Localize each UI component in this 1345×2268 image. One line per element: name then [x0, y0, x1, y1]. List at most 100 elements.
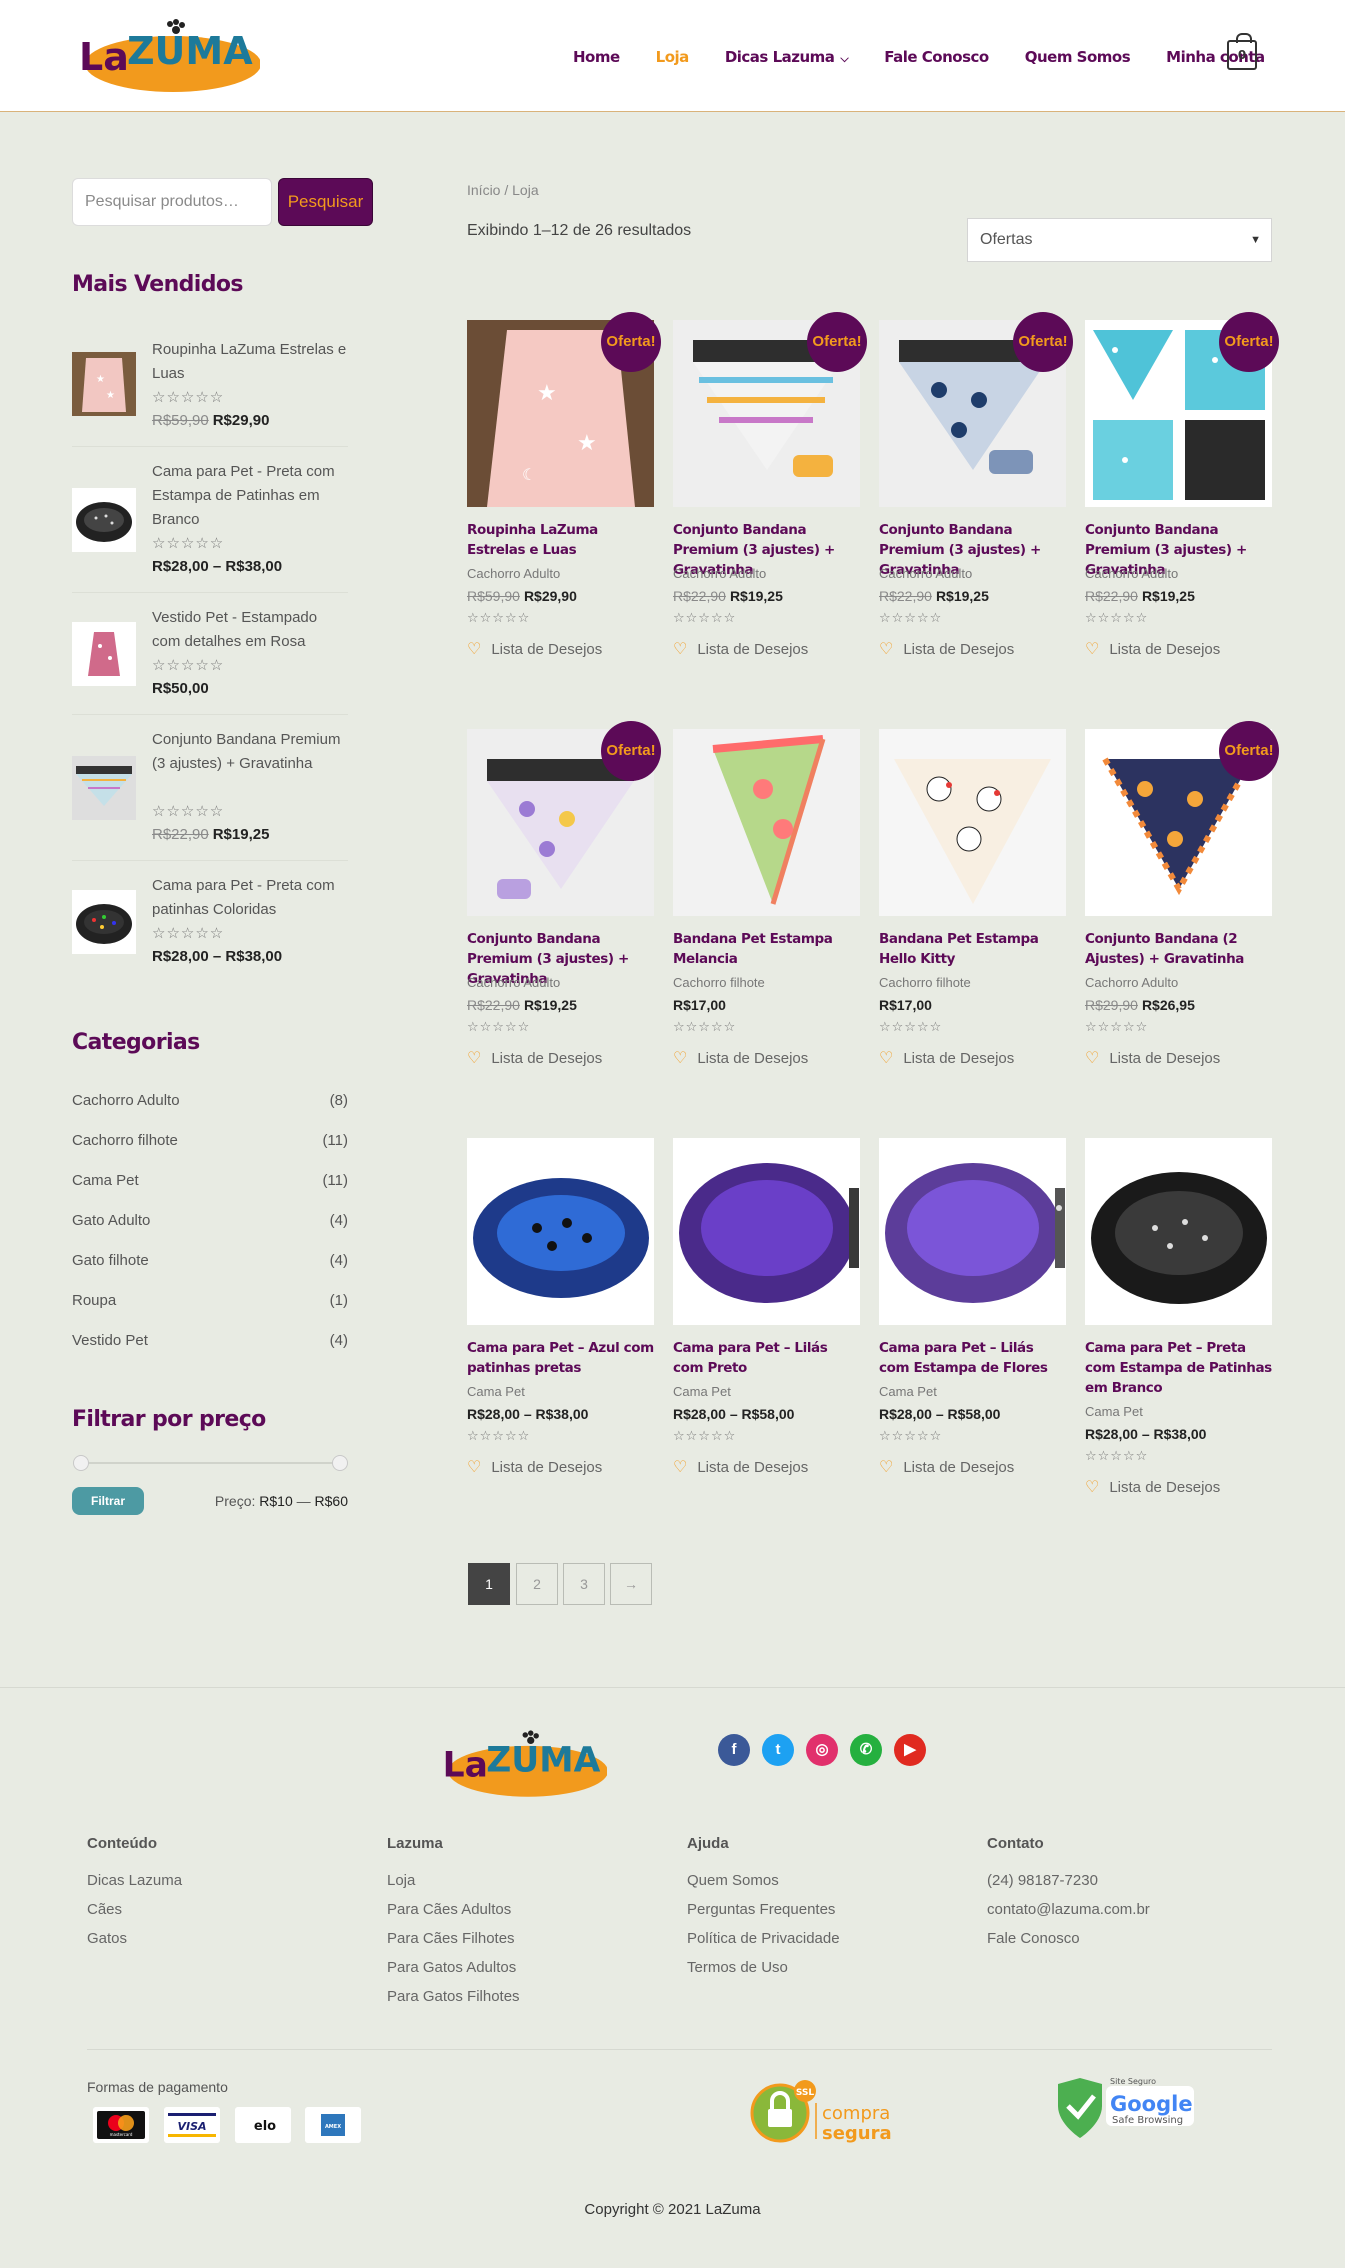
footer-link[interactable]: Para Gatos Adultos	[387, 1959, 516, 1976]
nav-fale-conosco[interactable]: Fale Conosco	[884, 48, 989, 66]
category-item[interactable]: Cachorro filhote (11)	[72, 1132, 348, 1156]
product-category[interactable]: Cachorro filhote	[879, 975, 971, 990]
footer-link[interactable]: Cães	[87, 1901, 122, 1918]
product-category[interactable]: Cachorro Adulto	[467, 566, 560, 581]
product-name[interactable]: Conjunto Bandana Premium (3 ajustes) + G…	[152, 728, 348, 776]
category-item[interactable]: Vestido Pet (4)	[72, 1332, 348, 1356]
product-category[interactable]: Cachorro Adulto	[1085, 975, 1178, 990]
orderby-select[interactable]: Ofertas ▼	[967, 218, 1272, 262]
category-name[interactable]: Cachorro filhote	[72, 1132, 178, 1149]
product-image[interactable]	[1085, 1138, 1272, 1325]
product-thumbnail[interactable]	[72, 756, 136, 820]
product-title[interactable]: Roupinha LaZuma Estrelas e Luas	[467, 520, 654, 560]
product-name[interactable]: Vestido Pet - Estampado com detalhes em …	[152, 606, 348, 654]
page-1[interactable]: 1	[468, 1563, 510, 1605]
price-slider-max-handle[interactable]	[332, 1455, 348, 1471]
next-page-arrow[interactable]: →	[610, 1563, 652, 1605]
footer-link[interactable]: Loja	[387, 1872, 415, 1889]
product-name[interactable]: Roupinha LaZuma Estrelas e Luas	[152, 338, 348, 386]
category-item[interactable]: Gato Adulto (4)	[72, 1212, 348, 1236]
best-seller-item[interactable]: Cama para Pet - Preta com patinhas Color…	[72, 874, 348, 974]
whatsapp-icon[interactable]: ✆	[850, 1734, 882, 1766]
product-image[interactable]	[467, 1138, 654, 1325]
category-name[interactable]: Cama Pet	[72, 1172, 139, 1189]
product-name[interactable]: Cama para Pet - Preta com Estampa de Pat…	[152, 460, 348, 532]
product-category[interactable]: Cama Pet	[673, 1384, 731, 1399]
facebook-icon[interactable]: f	[718, 1734, 750, 1766]
footer-link[interactable]: Para Gatos Filhotes	[387, 1988, 520, 2005]
product-title[interactable]: Cama para Pet – Lilás com Preto	[673, 1338, 860, 1378]
footer-link[interactable]: Perguntas Frequentes	[687, 1901, 835, 1918]
footer-email[interactable]: contato@lazuma.com.br	[987, 1901, 1150, 1918]
footer-link[interactable]: Para Cães Adultos	[387, 1901, 511, 1918]
category-item[interactable]: Gato filhote (4)	[72, 1252, 348, 1276]
youtube-icon[interactable]: ▶	[894, 1734, 926, 1766]
category-name[interactable]: Gato filhote	[72, 1252, 149, 1269]
footer-link[interactable]: Quem Somos	[687, 1872, 779, 1889]
product-category[interactable]: Cachorro filhote	[673, 975, 765, 990]
lazuma-logo[interactable]: La ZUMA	[439, 1728, 607, 1800]
category-item[interactable]: Cama Pet (11)	[72, 1172, 348, 1196]
product-title[interactable]: Bandana Pet Estampa Melancia	[673, 929, 860, 969]
footer-link[interactable]: Gatos	[87, 1930, 127, 1947]
best-seller-item[interactable]: Conjunto Bandana Premium (3 ajustes) + G…	[72, 728, 348, 852]
product-category[interactable]: Cachorro Adulto	[467, 975, 560, 990]
wishlist-button[interactable]: ♡ Lista de Desejos	[1085, 1477, 1220, 1497]
footer-link[interactable]: Termos de Uso	[687, 1959, 788, 1976]
twitter-icon[interactable]: t	[762, 1734, 794, 1766]
filter-button[interactable]: Filtrar	[72, 1487, 144, 1515]
product-category[interactable]: Cama Pet	[1085, 1404, 1143, 1419]
category-name[interactable]: Cachorro Adulto	[72, 1092, 180, 1109]
product-image[interactable]	[879, 1138, 1066, 1325]
wishlist-button[interactable]: ♡ Lista de Desejos	[467, 1457, 602, 1477]
nav-loja[interactable]: Loja	[656, 48, 690, 66]
wishlist-button[interactable]: ♡ Lista de Desejos	[879, 1048, 1014, 1068]
search-input[interactable]: Pesquisar produtos…	[72, 178, 272, 226]
wishlist-button[interactable]: ♡ Lista de Desejos	[673, 1457, 808, 1477]
product-category[interactable]: Cachorro Adulto	[673, 566, 766, 581]
product-image[interactable]	[879, 729, 1066, 916]
wishlist-button[interactable]: ♡ Lista de Desejos	[1085, 1048, 1220, 1068]
category-name[interactable]: Vestido Pet	[72, 1332, 148, 1349]
best-seller-item[interactable]: Cama para Pet - Preta com Estampa de Pat…	[72, 460, 348, 584]
cart-icon[interactable]: 0	[1227, 33, 1257, 70]
page-2[interactable]: 2	[516, 1563, 558, 1605]
footer-link[interactable]: Dicas Lazuma	[87, 1872, 182, 1889]
nav-dicas[interactable]: Dicas Lazuma ⌵	[725, 48, 849, 66]
product-category[interactable]: Cama Pet	[467, 1384, 525, 1399]
product-thumbnail[interactable]	[72, 890, 136, 954]
category-name[interactable]: Gato Adulto	[72, 1212, 150, 1229]
wishlist-button[interactable]: ♡ Lista de Desejos	[467, 639, 602, 659]
wishlist-button[interactable]: ♡ Lista de Desejos	[1085, 639, 1220, 659]
nav-home[interactable]: Home	[573, 48, 620, 66]
instagram-icon[interactable]: ◎	[806, 1734, 838, 1766]
best-seller-item[interactable]: Vestido Pet - Estampado com detalhes em …	[72, 606, 348, 706]
product-title[interactable]: Conjunto Bandana (2 Ajustes) + Gravatinh…	[1085, 929, 1272, 969]
product-category[interactable]: Cachorro Adulto	[1085, 566, 1178, 581]
product-title[interactable]: Cama para Pet – Lilás com Estampa de Flo…	[879, 1338, 1066, 1378]
product-image[interactable]	[673, 729, 860, 916]
price-slider-min-handle[interactable]	[73, 1455, 89, 1471]
breadcrumb[interactable]: Início / Loja	[467, 182, 539, 198]
product-thumbnail[interactable]	[72, 622, 136, 686]
product-image[interactable]	[673, 1138, 860, 1325]
wishlist-button[interactable]: ♡ Lista de Desejos	[467, 1048, 602, 1068]
product-name[interactable]: Cama para Pet - Preta com patinhas Color…	[152, 874, 348, 922]
product-title[interactable]: Bandana Pet Estampa Hello Kitty	[879, 929, 1066, 969]
search-button[interactable]: Pesquisar	[278, 178, 373, 226]
product-title[interactable]: Cama para Pet – Preta com Estampa de Pat…	[1085, 1338, 1272, 1398]
wishlist-button[interactable]: ♡ Lista de Desejos	[879, 1457, 1014, 1477]
page-3[interactable]: 3	[563, 1563, 605, 1605]
category-name[interactable]: Roupa	[72, 1292, 116, 1309]
product-category[interactable]: Cama Pet	[879, 1384, 937, 1399]
footer-phone[interactable]: (24) 98187-7230	[987, 1872, 1098, 1889]
footer-link[interactable]: Fale Conosco	[987, 1930, 1080, 1947]
product-title[interactable]: Cama para Pet – Azul com patinhas pretas	[467, 1338, 654, 1378]
category-item[interactable]: Cachorro Adulto (8)	[72, 1092, 348, 1116]
product-thumbnail[interactable]	[72, 488, 136, 552]
nav-quem-somos[interactable]: Quem Somos	[1025, 48, 1131, 66]
product-category[interactable]: Cachorro Adulto	[879, 566, 972, 581]
wishlist-button[interactable]: ♡ Lista de Desejos	[879, 639, 1014, 659]
wishlist-button[interactable]: ♡ Lista de Desejos	[673, 639, 808, 659]
wishlist-button[interactable]: ♡ Lista de Desejos	[673, 1048, 808, 1068]
